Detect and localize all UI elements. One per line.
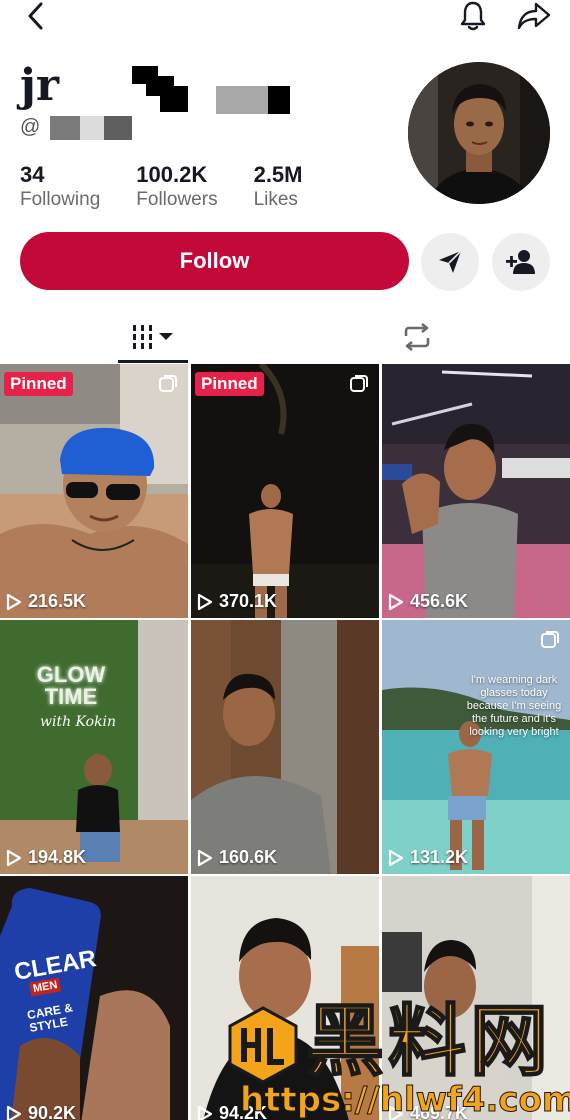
follow-button[interactable]: Follow — [20, 232, 409, 290]
video-thumbnail[interactable]: GLOW TIME with Kokin 194.8K — [0, 620, 188, 874]
active-tab-indicator — [118, 360, 188, 363]
view-count-text: 131.2K — [410, 847, 469, 867]
thumbnail-image — [191, 364, 379, 618]
profile-stats: 34 Following 100.2K Followers 2.5M Likes — [20, 162, 339, 212]
view-count: 160.6K — [197, 847, 277, 868]
view-count-text: 370.1K — [219, 591, 278, 611]
stat-following[interactable]: 34 Following — [20, 162, 100, 212]
play-icon — [197, 593, 213, 610]
watermark: 黑料网 https://hlwf4.com — [228, 997, 570, 1120]
view-count-text: 216.5K — [28, 591, 87, 611]
thumbnail-image — [0, 876, 188, 1120]
play-icon — [388, 849, 404, 866]
watermark-text: 黑料网 — [305, 997, 553, 1087]
play-icon — [197, 849, 213, 866]
thumbnail-image — [382, 620, 570, 874]
repost-icon — [404, 322, 430, 352]
share-arrow-icon — [517, 2, 551, 30]
watermark-url: https://hlwf4.com — [239, 1080, 570, 1120]
view-count-text: 160.6K — [219, 847, 278, 867]
thumbnail-image — [382, 364, 570, 618]
bell-icon — [460, 1, 486, 31]
stat-label: Likes — [253, 189, 298, 210]
stat-followers[interactable]: 100.2K Followers — [136, 162, 217, 212]
view-count: 194.8K — [6, 847, 86, 868]
view-count: 216.5K — [6, 591, 86, 612]
play-icon — [388, 593, 404, 610]
handle-prefix: @ — [20, 116, 41, 138]
display-name-text: jr — [20, 60, 60, 111]
top-bar — [0, 0, 570, 40]
view-count: 456.6K — [388, 591, 468, 612]
username-handle: @ — [20, 114, 220, 142]
video-thumbnail[interactable]: CLEAR MEN CARE & STYLE 90.2K — [0, 876, 188, 1120]
redaction-block — [50, 116, 80, 140]
view-count: 370.1K — [197, 591, 277, 612]
avatar[interactable] — [408, 62, 550, 204]
video-thumbnail[interactable]: 160.6K — [191, 620, 379, 874]
add-user-icon — [506, 250, 535, 274]
pinned-badge: Pinned — [4, 372, 73, 396]
video-caption: I'm wearning dark glasses today because … — [466, 674, 562, 738]
stat-label: Followers — [136, 189, 218, 210]
add-friend-button[interactable] — [492, 233, 550, 291]
back-button[interactable] — [18, 0, 54, 32]
tab-videos[interactable] — [118, 312, 188, 362]
view-count: 90.2K — [6, 1103, 76, 1120]
thumbnail-image — [0, 364, 188, 618]
view-count-text: 194.8K — [28, 847, 87, 867]
grid-icon — [133, 325, 173, 349]
multi-video-icon — [350, 375, 368, 392]
tab-reposts[interactable] — [392, 316, 442, 358]
stat-value: 100.2K — [136, 162, 208, 187]
thumbnail-image — [191, 620, 379, 874]
chevron-left-icon — [28, 2, 43, 30]
avatar-photo — [408, 62, 550, 204]
notifications-button[interactable] — [454, 0, 492, 32]
video-thumbnail[interactable]: 456.6K — [382, 364, 570, 618]
watermark-logo — [228, 1006, 298, 1084]
redaction-block — [104, 116, 132, 140]
content-tabs — [0, 312, 570, 364]
share-button[interactable] — [514, 0, 554, 32]
display-name: jr — [20, 62, 320, 114]
view-count: 131.2K — [388, 847, 468, 868]
redaction-block — [160, 86, 188, 112]
play-icon — [197, 1105, 213, 1120]
stat-value: 2.5M — [253, 162, 303, 187]
view-count-text: 456.6K — [410, 591, 469, 611]
multi-video-icon — [541, 631, 559, 648]
stat-likes[interactable]: 2.5M Likes — [254, 162, 303, 212]
message-button[interactable] — [421, 233, 479, 291]
wall-sign-text: GLOW TIME — [36, 662, 106, 709]
play-icon — [6, 1105, 22, 1120]
redaction-block — [268, 86, 290, 114]
video-thumbnail[interactable]: Pinned 370.1K — [191, 364, 379, 618]
pinned-badge: Pinned — [195, 372, 264, 396]
send-icon — [439, 250, 462, 273]
wall-sign-script: with Kokin — [40, 714, 117, 730]
play-icon — [6, 849, 22, 866]
thumbnail-image — [0, 620, 188, 874]
stat-value: 34 — [20, 162, 45, 187]
video-thumbnail[interactable]: Pinned 216.5K — [0, 364, 188, 618]
stat-label: Following — [20, 189, 101, 210]
redaction-block — [216, 86, 268, 114]
play-icon — [6, 593, 22, 610]
multi-video-icon — [159, 375, 177, 392]
redaction-block — [80, 116, 104, 140]
video-thumbnail[interactable]: I'm wearning dark glasses today because … — [382, 620, 570, 874]
view-count-text: 90.2K — [28, 1103, 77, 1120]
